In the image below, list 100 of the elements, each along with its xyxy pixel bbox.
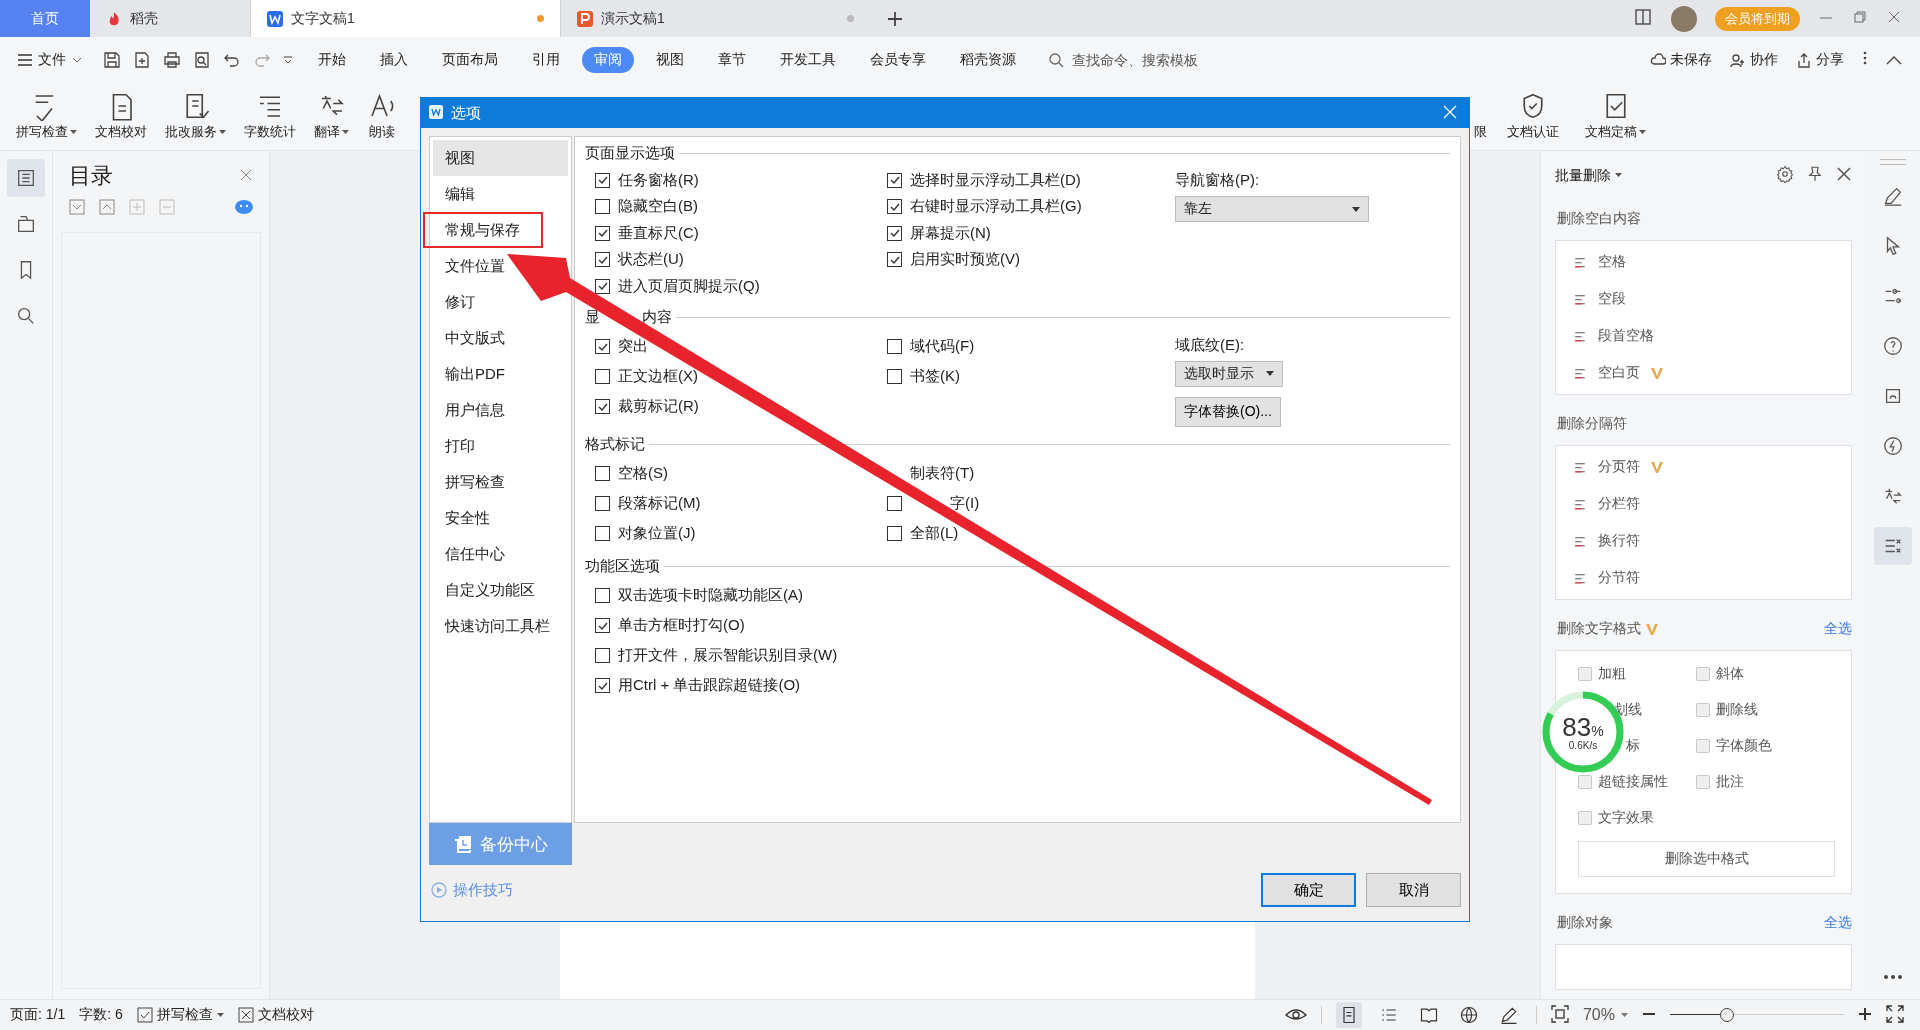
checkbox[interactable] xyxy=(887,252,902,268)
checkbox[interactable] xyxy=(887,172,902,188)
checkbox[interactable] xyxy=(595,466,610,481)
action-link[interactable]: 空段 xyxy=(1598,290,1626,308)
action-link[interactable]: 分节符 xyxy=(1598,569,1640,587)
proofread-button[interactable]: 文档校对 xyxy=(237,1006,314,1024)
checkbox[interactable] xyxy=(595,399,610,414)
word-count[interactable]: 字数: 6 xyxy=(79,1006,123,1024)
fullscreen-icon[interactable] xyxy=(1886,1004,1904,1026)
checkbox[interactable] xyxy=(595,618,610,633)
menu-tab[interactable]: 会员专享 xyxy=(858,46,938,73)
menu-tab[interactable]: 开发工具 xyxy=(768,46,848,73)
category-item[interactable]: 修订 xyxy=(439,284,481,320)
action-link[interactable]: 空白页 xyxy=(1598,364,1640,382)
select-all-link[interactable]: 全选 xyxy=(1824,914,1852,932)
settings-icon[interactable] xyxy=(1776,165,1794,186)
save-icon[interactable] xyxy=(103,50,121,69)
file-menu[interactable]: 文件 xyxy=(18,50,82,69)
category-item[interactable]: 编辑 xyxy=(439,176,481,212)
category-item[interactable]: 自定义功能区 xyxy=(439,572,541,608)
preview-icon[interactable] xyxy=(193,50,211,69)
ok-button[interactable]: 确定 xyxy=(1261,873,1356,907)
checkbox[interactable] xyxy=(595,526,610,541)
menu-tab[interactable]: 稻壳资源 xyxy=(948,46,1028,73)
checkbox[interactable] xyxy=(887,496,902,511)
ribbon-button[interactable]: 字数统计 xyxy=(238,82,302,150)
checkbox[interactable] xyxy=(887,339,902,354)
ribbon-button[interactable]: 拼写检查 xyxy=(10,82,83,150)
category-item[interactable]: 安全性 xyxy=(439,500,496,536)
delete-format-button[interactable]: 删除选中格式 xyxy=(1578,841,1835,877)
document-tab[interactable]: 首页 xyxy=(0,0,90,37)
menu-tab[interactable]: 开始 xyxy=(306,46,358,73)
ribbon-button[interactable]: 文档认证 xyxy=(1501,82,1565,150)
menu-tab[interactable]: 插入 xyxy=(368,46,420,73)
clear-format-icon[interactable] xyxy=(1874,527,1912,565)
export-icon[interactable] xyxy=(133,50,151,69)
category-item[interactable]: 快速访问工具栏 xyxy=(439,608,556,644)
font-replace-button[interactable]: 字体替换(O)... xyxy=(1175,396,1281,427)
checkbox[interactable] xyxy=(887,526,902,541)
ribbon-button[interactable]: 朗读 xyxy=(361,82,403,150)
dropdown[interactable]: 靠左 xyxy=(1175,196,1369,222)
category-item[interactable]: 常规与保存 xyxy=(423,212,543,248)
category-item[interactable]: 视图 xyxy=(433,140,568,176)
menu-tab[interactable]: 章节 xyxy=(706,46,758,73)
checkbox[interactable] xyxy=(595,339,610,354)
search-field[interactable]: 查找命令、搜索模板 xyxy=(1048,50,1244,69)
category-item[interactable]: 用户信息 xyxy=(439,392,511,428)
page-view-icon[interactable] xyxy=(1335,1002,1362,1028)
action-link[interactable]: 分栏符 xyxy=(1598,495,1640,513)
expand-icon[interactable] xyxy=(69,199,85,218)
ribbon-button[interactable]: 批改服务 xyxy=(159,82,232,150)
checkbox[interactable] xyxy=(595,172,610,188)
document-tab[interactable]: 文字文稿1 xyxy=(250,0,560,37)
checkbox[interactable] xyxy=(595,278,610,294)
more-icon[interactable] xyxy=(283,54,293,65)
checkbox[interactable] xyxy=(887,225,902,241)
category-item[interactable]: 打印 xyxy=(439,428,481,464)
ribbon-button[interactable]: 文档校对 xyxy=(89,82,153,150)
checkbox[interactable] xyxy=(595,225,610,241)
toolbar-button[interactable]: 分享 xyxy=(1796,50,1844,69)
cancel-button[interactable]: 取消 xyxy=(1366,873,1461,907)
print-icon[interactable] xyxy=(163,50,181,69)
select-all-link[interactable]: 全选 xyxy=(1824,620,1852,638)
checkbox[interactable] xyxy=(595,678,610,693)
checkbox[interactable] xyxy=(595,648,610,663)
zoom-slider[interactable] xyxy=(1670,1007,1844,1023)
category-item[interactable]: 拼写检查 xyxy=(439,464,511,500)
outline-icon[interactable] xyxy=(7,159,45,197)
checkbox[interactable] xyxy=(595,199,610,215)
category-item[interactable]: 文件位置 xyxy=(439,248,511,284)
checkbox[interactable] xyxy=(595,496,610,511)
zoom-level[interactable]: 70% xyxy=(1582,1006,1628,1024)
menu-tab[interactable]: 视图 xyxy=(644,46,696,73)
toolbar-button[interactable]: 协作 xyxy=(1730,50,1778,69)
ribbon-button[interactable]: 限 xyxy=(1474,82,1487,150)
action-link[interactable]: 换行符 xyxy=(1598,532,1640,550)
document-tab[interactable]: 稻壳 xyxy=(90,0,250,37)
ribbon-button[interactable]: 文档定稿 xyxy=(1579,82,1652,150)
spell-check-button[interactable]: 拼写检查 xyxy=(136,1006,224,1024)
menu-tab[interactable]: 页面布局 xyxy=(430,46,510,73)
menu-tab[interactable]: 引用 xyxy=(520,46,572,73)
toolbar-button[interactable]: 未保存 xyxy=(1650,50,1712,69)
category-item[interactable]: 输出PDF xyxy=(439,356,511,392)
action-link[interactable]: 空格 xyxy=(1598,253,1626,271)
action-link[interactable]: 分页符 xyxy=(1598,458,1640,476)
fit-page-icon[interactable] xyxy=(1550,1004,1569,1026)
checkbox[interactable] xyxy=(595,252,610,268)
avatar[interactable] xyxy=(1671,5,1697,32)
drag-handle[interactable] xyxy=(1880,159,1906,165)
category-item[interactable]: 中文版式 xyxy=(439,320,511,356)
checkbox[interactable] xyxy=(595,588,610,603)
checkbox[interactable] xyxy=(887,369,902,384)
panel-title[interactable]: 批量删除 xyxy=(1555,166,1622,185)
dropdown[interactable]: 选取时显示 xyxy=(1175,360,1283,387)
checkbox[interactable] xyxy=(595,369,610,384)
ribbon-button[interactable]: 翻译 xyxy=(308,82,355,150)
assistant-icon[interactable] xyxy=(235,200,253,217)
checkbox[interactable] xyxy=(887,199,902,215)
action-link[interactable]: 段首空格 xyxy=(1598,327,1654,345)
category-item[interactable]: 信任中心 xyxy=(439,536,511,572)
